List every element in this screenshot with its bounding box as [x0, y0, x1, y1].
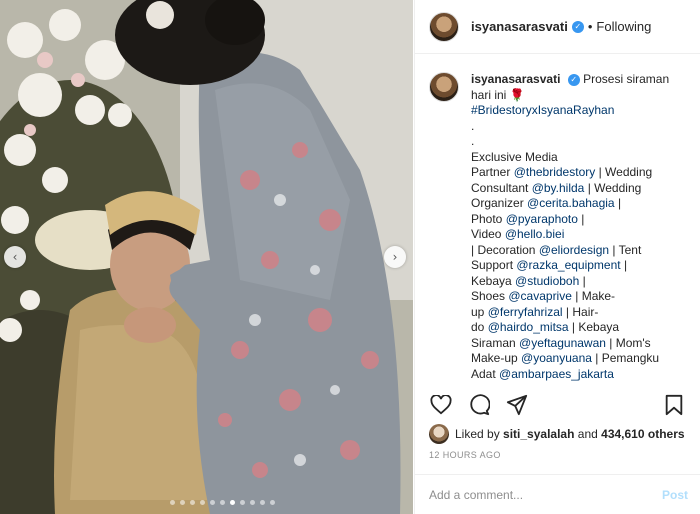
- caption-second-line: hari ini: [471, 87, 507, 102]
- action-bar: [429, 392, 688, 418]
- like-button[interactable]: [429, 393, 453, 417]
- likes-row: Liked by siti_syalalah and 434,610 other…: [429, 424, 688, 444]
- caption-dot: .: [471, 118, 475, 133]
- author-username[interactable]: isyanasarasvati: [471, 19, 568, 34]
- carousel-dot: [220, 500, 225, 505]
- carousel-dot: [190, 500, 195, 505]
- caption-line: Shoes @cavaprive | Make-: [471, 289, 616, 303]
- comment-icon: [470, 394, 490, 416]
- carousel-dot: [180, 500, 185, 505]
- share-icon: [506, 394, 528, 416]
- caption-hashtag[interactable]: #BridestoryxIsyanaRayhan: [471, 103, 614, 117]
- carousel-dot: [170, 500, 175, 505]
- caption-username[interactable]: isyanasarasvati: [471, 72, 560, 86]
- comment-box: Post: [415, 474, 700, 514]
- caption-avatar[interactable]: [429, 72, 459, 102]
- heart-icon: [430, 395, 452, 415]
- caption-line: Organizer @cerita.bahagia |: [471, 196, 622, 210]
- share-button[interactable]: [505, 393, 529, 417]
- carousel-dot: [240, 500, 245, 505]
- likes-count[interactable]: 434,610 others: [601, 427, 684, 441]
- caption-line: Siraman @yeftagunawan | Mom's: [471, 335, 651, 350]
- mention-link[interactable]: @hairdo_mitsa: [488, 320, 569, 334]
- comment-input[interactable]: [429, 487, 662, 502]
- verified-badge-icon: ✓: [571, 20, 584, 33]
- save-button[interactable]: [662, 393, 686, 417]
- caption-line: Exclusive Media: [471, 149, 558, 164]
- caption-row: isyanasarasvati ✓ Prosesi siraman hari i…: [429, 72, 688, 382]
- caption-line: Video @hello.biei: [471, 227, 565, 241]
- comment-button[interactable]: [467, 393, 491, 417]
- carousel-dot: [230, 500, 235, 505]
- mention-link[interactable]: @ferryfahrizal: [488, 305, 563, 319]
- caption-first-line: Prosesi siraman: [583, 72, 670, 86]
- mention-link[interactable]: @eliordesign: [539, 243, 609, 257]
- caption-line: Adat @ambarpaes_jakarta: [471, 366, 614, 381]
- caption-line: Photo @pyaraphoto |: [471, 211, 585, 226]
- post-photo[interactable]: ‹ ›: [0, 0, 413, 514]
- mention-link[interactable]: @ambarpaes_jakarta: [499, 367, 614, 381]
- mention-link[interactable]: @razka_equipment: [516, 258, 620, 272]
- rose-emoji: 🌹: [509, 87, 525, 102]
- author-avatar[interactable]: [429, 11, 459, 42]
- post-header: isyanasarasvati ✓ • Following: [415, 0, 700, 54]
- post-side-panel: isyanasarasvati ✓ • Following isyanasara…: [414, 0, 700, 514]
- carousel-dot: [250, 500, 255, 505]
- liker-username[interactable]: siti_syalalah: [503, 427, 574, 441]
- mention-link[interactable]: @hello.biei: [505, 227, 565, 241]
- mention-link[interactable]: @thebridestory: [514, 165, 596, 179]
- post-comment-button[interactable]: Post: [662, 488, 688, 502]
- caption-line: do @hairdo_mitsa | Kebaya: [471, 320, 620, 334]
- likes-prefix: Liked by: [455, 427, 500, 441]
- liker-avatar[interactable]: [429, 424, 449, 444]
- caption-line: Make-up @yoanyuana | Pemangku: [471, 351, 660, 365]
- caption-line: | Decoration @eliordesign | Tent: [471, 242, 642, 257]
- mention-link[interactable]: @yeftagunawan: [519, 336, 606, 350]
- caption-line: Partner @thebridestory | Wedding: [471, 165, 653, 179]
- mention-link[interactable]: @yoanyuana: [521, 351, 592, 365]
- mention-link[interactable]: @by.hilda: [532, 181, 585, 195]
- carousel-next-button[interactable]: ›: [384, 246, 406, 268]
- caption-line: up @ferryfahrizal | Hair-: [471, 304, 599, 319]
- mention-link[interactable]: @studioboh: [515, 274, 579, 288]
- carousel-dot: [210, 500, 215, 505]
- carousel-dot: [200, 500, 205, 505]
- post-timestamp[interactable]: 12 HOURS AGO: [429, 450, 501, 460]
- photo-illustration: [0, 0, 413, 514]
- mention-link[interactable]: @cerita.bahagia: [527, 196, 615, 210]
- mention-link[interactable]: @cavaprive: [508, 289, 572, 303]
- caption-area: isyanasarasvati ✓ Prosesi siraman hari i…: [429, 72, 688, 382]
- mention-link[interactable]: @pyaraphoto: [506, 212, 578, 226]
- caption-credits: Exclusive Media Partner @thebridestory | …: [471, 150, 671, 383]
- following-button[interactable]: Following: [596, 19, 651, 34]
- caption-line: Consultant @by.hilda | Wedding: [471, 180, 642, 195]
- caption-dot: .: [471, 134, 475, 148]
- carousel-prev-button[interactable]: ‹: [4, 246, 26, 268]
- caption-line: Support @razka_equipment |: [471, 258, 628, 272]
- likes-and: and: [577, 427, 598, 441]
- header-separator: •: [587, 19, 593, 34]
- bookmark-icon: [665, 394, 683, 416]
- carousel-indicator: [170, 500, 275, 505]
- verified-badge-icon: ✓: [567, 73, 580, 86]
- caption-line: Kebaya @studioboh |: [471, 273, 586, 288]
- caption-text: isyanasarasvati ✓ Prosesi siraman hari i…: [471, 72, 671, 382]
- carousel-dot: [260, 500, 265, 505]
- carousel-dot: [270, 500, 275, 505]
